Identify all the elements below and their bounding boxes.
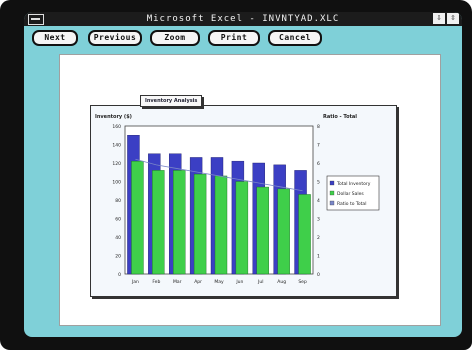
- print-preview-toolbar: Next Previous Zoom Print Cancel: [24, 26, 462, 48]
- legend-label: Dollar Sales: [337, 191, 364, 197]
- legend-swatch: [329, 190, 335, 196]
- window-title: Microsoft Excel - INVNTYAD.XLC: [146, 14, 340, 24]
- zoom-button[interactable]: Zoom: [150, 30, 200, 46]
- screen: Microsoft Excel - INVNTYAD.XLC ⇩ ⇳ Next …: [24, 12, 462, 337]
- left-tick-label: 160: [112, 124, 121, 130]
- right-tick-label: 1: [317, 254, 320, 260]
- print-button[interactable]: Print: [208, 30, 260, 46]
- legend-label: Total Inventory: [336, 181, 371, 187]
- left-tick-label: 120: [112, 161, 121, 167]
- bar-dollar-sales: [235, 181, 249, 275]
- left-axis-label: Inventory ($): [95, 114, 132, 120]
- x-tick-label: Jul: [257, 279, 263, 285]
- right-tick-label: 4: [317, 198, 320, 204]
- x-tick-label: Feb: [152, 279, 160, 285]
- chart-area: Inventory ($) Ratio - Total 0 20 40 60 80 100 12…: [90, 105, 397, 297]
- title-bar: Microsoft Excel - INVNTYAD.XLC ⇩ ⇳: [24, 12, 462, 26]
- x-tick-label: May: [214, 279, 224, 285]
- left-tick-label: 80: [115, 198, 121, 204]
- bar-dollar-sales: [277, 188, 290, 275]
- x-tick-label: Jan: [131, 279, 139, 285]
- right-axis-label: Ratio - Total: [323, 114, 357, 120]
- left-tick-label: 140: [112, 143, 121, 149]
- left-tick-label: 40: [115, 235, 121, 241]
- left-tick-label: 60: [115, 217, 121, 223]
- right-tick-label: 0: [317, 272, 320, 278]
- right-tick-label: 8: [317, 124, 320, 130]
- bar-dollar-sales: [131, 160, 144, 275]
- bar-dollar-sales: [193, 173, 207, 275]
- bar-dollar-sales: [298, 194, 311, 275]
- right-tick-label: 6: [317, 161, 320, 167]
- bar-dollar-sales: [256, 186, 269, 275]
- left-tick-label: 20: [115, 254, 121, 260]
- right-tick-label: 7: [317, 143, 320, 149]
- x-tick-label: Apr: [194, 279, 202, 285]
- x-tick-label: Aug: [277, 279, 286, 285]
- legend-swatch: [329, 180, 335, 186]
- legend-label: Ratio to Total: [337, 201, 366, 207]
- legend-swatch: [329, 200, 335, 206]
- restore-icon[interactable]: ⇳: [447, 13, 459, 24]
- x-tick-label: Sep: [298, 279, 307, 285]
- cancel-button[interactable]: Cancel: [268, 30, 322, 46]
- previous-button[interactable]: Previous: [88, 30, 142, 46]
- right-tick-label: 3: [317, 217, 320, 223]
- inventory-chart: Inventory ($) Ratio - Total02040608010012…: [95, 114, 380, 285]
- right-tick-label: 5: [317, 180, 320, 186]
- next-button[interactable]: Next: [32, 30, 78, 46]
- preview-page: Inventory ($) Ratio - Total 0 20 40 60 80 100 12…: [59, 54, 441, 326]
- left-tick-label: 0: [118, 272, 121, 278]
- chart-title: Inventory Analysis: [140, 95, 203, 107]
- right-tick-label: 2: [317, 235, 320, 241]
- minimize-icon[interactable]: ⇩: [433, 13, 445, 24]
- bar-dollar-sales: [214, 175, 228, 275]
- bar-dollar-sales: [152, 170, 165, 275]
- x-tick-label: Mar: [173, 279, 182, 285]
- left-tick-label: 100: [112, 180, 121, 186]
- bar-dollar-sales: [173, 170, 186, 275]
- x-tick-label: Jun: [235, 279, 243, 285]
